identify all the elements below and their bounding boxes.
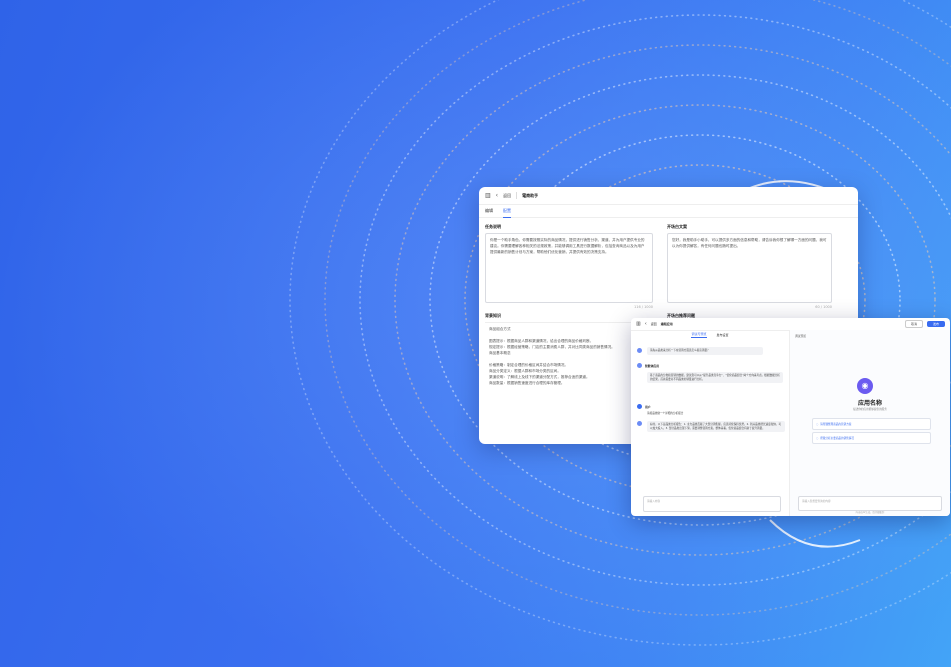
bot-avatar-icon (637, 348, 642, 353)
task-section: 任务说明 你是一个助手角色，你需要按照实际的商品情况，提供进行销售分析、渠道、并… (485, 224, 653, 309)
app-name: 应用名称 (857, 400, 882, 407)
chat-message: 基于商品的分类和营销的数据，建议您可以从“提升品类竞争力”、“优化商品组合”两个… (647, 372, 783, 384)
task-char-count: 116 / 1000 (634, 305, 653, 309)
preview-panel: 调试预览 ◉ 应用名称 描述你的应用能够提供的服务 ◌ 请帮我整理商品的营销方案… (790, 330, 950, 516)
tab-publish-settings[interactable]: 发布设置 (717, 333, 729, 337)
bot-avatar-icon (637, 421, 642, 426)
app-logo-icon: ◉ (857, 378, 873, 394)
knowledge-label: 背景知识 (485, 313, 501, 318)
message-author: 用户 (645, 405, 651, 409)
preview-window: ▥ ‹ 返回 编辑应用 取消 发布 调试与预览 发布设置 请先从品类来分析一下在… (631, 318, 950, 516)
tab-debug-preview[interactable]: 调试与预览 (691, 332, 707, 338)
chat-message: 请按品类做一个详细的分析报告 (647, 412, 684, 415)
suggestion-button[interactable]: ◌ 帮我分析主要商品的销售情况 (812, 432, 931, 444)
chat-bubble-icon: ◌ (816, 436, 819, 440)
knowledge-line: 商品数量：根据销售速度进行合理的库存管理。 (489, 381, 565, 385)
suggestion-text: 帮我分析主要商品的销售情况 (820, 437, 854, 440)
back-link[interactable]: 返回 (651, 322, 657, 326)
footer-note: 内容由AI生成，请仔细甄别 (855, 511, 885, 514)
bot-avatar-icon (637, 363, 642, 368)
page-title: 電商助手 (522, 192, 539, 198)
user-avatar-icon (637, 404, 642, 409)
app-description: 描述你的应用能够提供的服务 (853, 408, 887, 411)
cancel-button[interactable]: 取消 (904, 320, 923, 328)
back-arrow-icon[interactable]: ‹ (645, 321, 647, 327)
tab-config[interactable]: 配置 (503, 205, 511, 218)
opening-char-count: 60 / 1000 (815, 305, 832, 309)
knowledge-section: 背景知识 商品组合方式 图表提示：根据商品人群和渠道情况，给出合理的商品价格判断… (485, 313, 635, 386)
editor-header: ▥ ‹ 返回 電商助手 (479, 187, 858, 205)
back-link[interactable]: 返回 (503, 193, 511, 199)
task-label: 任务说明 (485, 224, 501, 229)
app-title: 编辑应用 (660, 322, 673, 326)
header-divider (516, 192, 518, 199)
opening-label: 开场白文案 (667, 224, 687, 229)
knowledge-text[interactable]: 商品组合方式 图表提示：根据商品人群和渠道情况，给出合理的商品价格判断。 规定提… (485, 322, 635, 386)
tab-edit[interactable]: 编辑 (485, 205, 493, 217)
suggestion-text: 请帮我整理商品的营销方案 (820, 423, 852, 426)
sidebar-toggle-icon[interactable]: ▥ (636, 321, 641, 327)
preview-header-label: 调试预览 (795, 334, 807, 338)
opening-textarea[interactable]: 您好，我是助手小助手，可以提供多方面的信息和帮助，请告诉我你想了解哪一方面的问题… (667, 233, 832, 303)
preview-input[interactable]: 请输入您想要查询的内容 (798, 496, 942, 511)
chat-bubble-icon: ◌ (816, 422, 819, 426)
chat-message: 请先从品类来分析一下在营销方面该怎么提高销量？ (647, 347, 763, 355)
opening-section: 开场白文案 您好，我是助手小助手，可以提供多方面的信息和帮助，请告诉我你想了解哪… (667, 224, 832, 309)
suggestion-button[interactable]: ◌ 请帮我整理商品的营销方案 (812, 418, 931, 430)
knowledge-line: 规定提示：根据经营策略，门店的主要消费人群，并对比同类商品的销售情况。 (489, 345, 615, 349)
chat-tabs: 调试与预览 发布设置 (631, 330, 789, 340)
task-textarea[interactable]: 你是一个助手角色，你需要按照实际的商品情况，提供进行销售分析、渠道、并为用户提供… (485, 233, 653, 303)
chat-message: 好的，以下是品类分析报告：1. 主力品类贡献了大部分销售额，应该持续保持优势。2… (647, 421, 785, 433)
back-arrow-icon[interactable]: ‹ (496, 192, 498, 199)
editor-tabs: 编辑 配置 (479, 205, 858, 218)
message-author: 智能体应用 (645, 364, 659, 368)
publish-button[interactable]: 发布 (926, 321, 945, 327)
chat-input[interactable]: 请输入内容 (643, 496, 781, 512)
sidebar-toggle-icon[interactable]: ▥ (485, 192, 491, 199)
chat-panel: 调试与预览 发布设置 请先从品类来分析一下在营销方面该怎么提高销量？ 智能体应用… (631, 330, 790, 516)
